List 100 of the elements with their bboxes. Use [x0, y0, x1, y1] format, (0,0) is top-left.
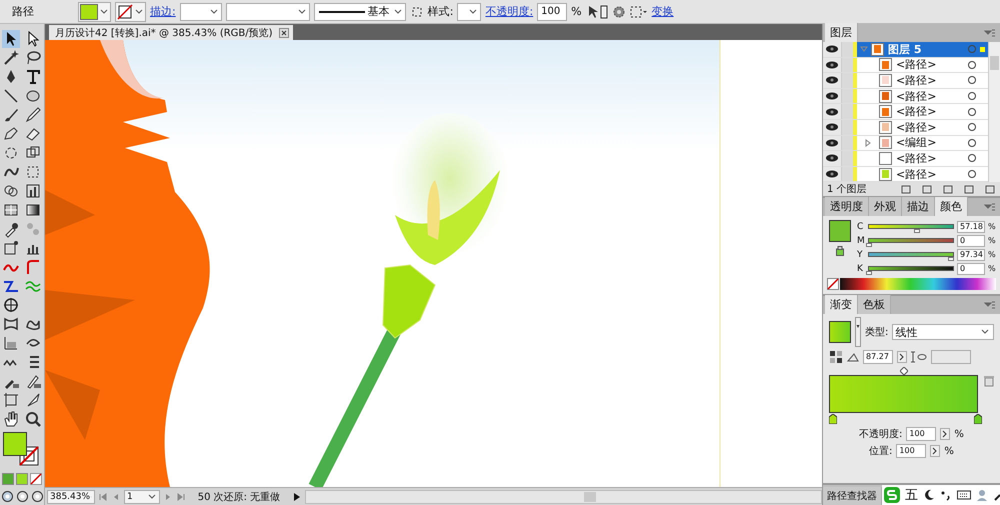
- ime-mode-label[interactable]: 五: [905, 486, 918, 504]
- brush-icon[interactable]: [2, 106, 20, 124]
- panel-tab[interactable]: 描边: [902, 197, 935, 216]
- stroke-dropdown[interactable]: [115, 2, 146, 22]
- make-clipping-mask-icon[interactable]: [921, 183, 933, 196]
- transform-link[interactable]: 变换: [652, 4, 674, 19]
- new-layer-icon[interactable]: [963, 183, 975, 196]
- magic-wand-icon[interactable]: [2, 49, 20, 67]
- target-circle-icon[interactable]: [967, 60, 977, 70]
- panel-tab[interactable]: 渐变: [825, 295, 858, 314]
- layer-row[interactable]: <路径>: [823, 151, 988, 167]
- page-dropdown[interactable]: 1: [124, 490, 160, 504]
- stroke-profile-dropdown[interactable]: 基本: [314, 2, 406, 20]
- layer-row[interactable]: <路径>: [823, 104, 988, 120]
- layer-row[interactable]: <编组>: [823, 136, 988, 152]
- eye-icon[interactable]: [825, 44, 839, 54]
- draw-behind-icon[interactable]: [16, 490, 28, 503]
- zoom-dropdown[interactable]: 385.43%: [47, 490, 95, 504]
- caret-icon[interactable]: [855, 317, 861, 348]
- stop-opacity-field[interactable]: 100: [906, 427, 936, 442]
- stroke-link[interactable]: 描边:: [150, 4, 176, 19]
- eye-icon[interactable]: [825, 91, 839, 102]
- color-mode-button[interactable]: [2, 473, 14, 485]
- color-stop-icon[interactable]: [974, 414, 982, 424]
- layers-scrollbar[interactable]: [988, 42, 1000, 182]
- eye-icon[interactable]: [825, 60, 839, 70]
- color-stop-icon[interactable]: [829, 414, 837, 424]
- close-icon[interactable]: [278, 28, 289, 38]
- channel-value-field[interactable]: 97.34: [957, 248, 985, 261]
- crosshair-icon[interactable]: [2, 296, 20, 314]
- collapsed-triangle-icon[interactable]: [864, 138, 872, 147]
- out-of-gamut-icon[interactable]: [836, 246, 844, 256]
- panel-tab[interactable]: 外观: [869, 197, 902, 216]
- gear-icon[interactable]: [612, 4, 626, 18]
- layer-row[interactable]: <路径>: [823, 120, 988, 136]
- midpoint-diamond-icon[interactable]: [900, 367, 908, 376]
- panel-tab[interactable]: 色板: [858, 295, 891, 314]
- caret-icon[interactable]: [897, 351, 907, 364]
- draw-normal-icon[interactable]: [0, 490, 14, 503]
- panel-tab[interactable]: 透明度: [825, 197, 869, 216]
- gradient-type-dropdown[interactable]: 线性: [892, 324, 994, 340]
- opacity-field[interactable]: 100: [537, 2, 568, 20]
- caret-icon[interactable]: [930, 445, 940, 458]
- symbol-sprayer-icon[interactable]: [2, 239, 20, 257]
- pathfinder-tab[interactable]: 路径查找器: [823, 487, 882, 505]
- gradient-slider[interactable]: [829, 375, 978, 414]
- opacity-link[interactable]: 不透明度:: [485, 4, 534, 19]
- locate-object-icon[interactable]: [900, 183, 912, 196]
- target-circle-icon[interactable]: [967, 169, 977, 180]
- panel-menu-icon[interactable]: [984, 202, 996, 212]
- zoom-icon[interactable]: [24, 410, 42, 428]
- corner-path-icon[interactable]: [24, 258, 42, 276]
- panel-tab[interactable]: 颜色: [935, 197, 968, 216]
- panel-menu-icon[interactable]: [984, 300, 996, 310]
- keyboard-icon[interactable]: [957, 489, 971, 501]
- target-circle-icon[interactable]: [967, 153, 977, 164]
- draw-inside-icon[interactable]: [30, 490, 44, 503]
- channel-value-field[interactable]: 0: [957, 234, 985, 247]
- type-icon[interactable]: [24, 68, 42, 86]
- grid-icon[interactable]: [630, 4, 648, 18]
- document-tab[interactable]: 月历设计42 [转换].ai* @ 385.43% (RGB/预览): [49, 25, 293, 40]
- layer-row[interactable]: <路径>: [823, 73, 988, 89]
- channel-value-field[interactable]: 0: [957, 262, 985, 275]
- aspect-ratio-field[interactable]: [931, 350, 971, 364]
- layer-row[interactable]: <路径>: [823, 58, 988, 74]
- location-field[interactable]: 100: [896, 444, 926, 458]
- none-mode-icon[interactable]: [30, 473, 42, 485]
- chart-grid-icon[interactable]: [2, 334, 20, 352]
- punctuation-icon[interactable]: [940, 489, 952, 501]
- fill-dropdown[interactable]: [78, 2, 111, 22]
- ime-logo-icon[interactable]: [884, 487, 900, 503]
- panel-menu-icon[interactable]: [984, 28, 996, 38]
- target-circle-icon[interactable]: [967, 138, 977, 148]
- fill-color-swatch[interactable]: [3, 432, 27, 456]
- slider-thumb[interactable]: [866, 243, 872, 248]
- eye-icon[interactable]: [825, 153, 839, 164]
- target-circle-icon[interactable]: [967, 75, 977, 86]
- line-icon[interactable]: [2, 87, 20, 105]
- artboard-icon[interactable]: [2, 391, 20, 409]
- eye-icon[interactable]: [825, 138, 839, 148]
- envelope-warp-icon[interactable]: [2, 315, 20, 333]
- horizontal-scrollbar[interactable]: [305, 490, 822, 504]
- caret-icon[interactable]: [940, 428, 950, 440]
- stroke-weight-field[interactable]: [180, 2, 222, 20]
- eye-icon[interactable]: [825, 169, 839, 180]
- eye-icon[interactable]: [825, 106, 839, 117]
- brush-options-icon[interactable]: [410, 4, 424, 18]
- layers-tab[interactable]: 图层: [825, 23, 858, 42]
- pencil-icon[interactable]: [24, 106, 42, 124]
- none-color-icon[interactable]: [827, 278, 839, 290]
- target-circle-icon[interactable]: [967, 122, 977, 132]
- current-color-swatch[interactable]: [829, 220, 851, 242]
- trash-icon[interactable]: [984, 183, 996, 196]
- eye-icon[interactable]: [825, 75, 839, 86]
- trash-icon[interactable]: [984, 375, 994, 388]
- target-circle-icon[interactable]: [967, 106, 977, 117]
- hand-icon[interactable]: [2, 410, 20, 428]
- layer-row[interactable]: <路径>: [823, 88, 988, 104]
- slider-thumb[interactable]: [914, 229, 920, 234]
- moon-icon[interactable]: [923, 489, 935, 501]
